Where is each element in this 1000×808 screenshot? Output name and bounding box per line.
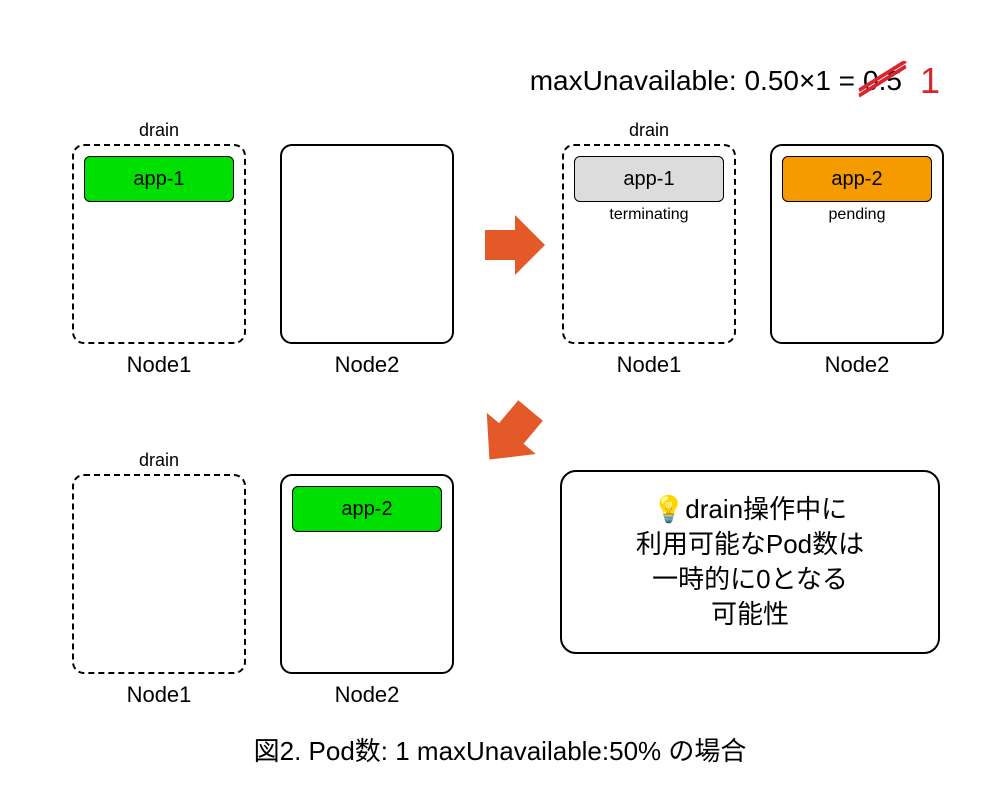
node-box-solid: [280, 144, 454, 344]
arrow-right-icon: [480, 210, 550, 280]
lightbulb-icon: 💡: [653, 494, 685, 524]
formula-struck: 0.5: [863, 65, 902, 96]
pod-app2-orange: app-2: [782, 156, 932, 202]
pod-app2-green: app-2: [292, 486, 442, 532]
node-box-dashed: app-1 terminating: [562, 144, 736, 344]
pod-app1-green: app-1: [84, 156, 234, 202]
r1b-node2-col: . app-2 pending Node2: [770, 120, 944, 378]
node-box-solid: app-2 pending: [770, 144, 944, 344]
formula-struck-wrap: 0.5: [861, 65, 904, 97]
node-label: Node1: [617, 352, 682, 378]
node-label: Node2: [335, 682, 400, 708]
r2-node1-col: drain Node1: [72, 450, 246, 708]
node-label: Node1: [127, 682, 192, 708]
row-2: drain Node1 . app-2 Node2: [72, 450, 454, 708]
note-line4: 可能性: [711, 599, 789, 629]
node-box-dashed: app-1: [72, 144, 246, 344]
note-line2: 利用可能なPod数は: [636, 529, 864, 559]
pod-app1-grey: app-1: [574, 156, 724, 202]
r2-node2-col: . app-2 Node2: [280, 450, 454, 708]
formula-corrected: 1: [920, 60, 940, 102]
arrow-down-left-icon: [470, 395, 550, 475]
note-line1: drain操作中に: [685, 494, 847, 524]
node-box-solid: app-2: [280, 474, 454, 674]
drain-label: drain: [629, 120, 669, 142]
drain-label: drain: [139, 450, 179, 472]
node-label: Node1: [127, 352, 192, 378]
drain-label: drain: [139, 120, 179, 142]
arrow-down-left: [470, 395, 550, 475]
r1-node2-col: . Node2: [280, 120, 454, 378]
r1-node1-col: drain app-1 Node1: [72, 120, 246, 378]
formula-prefix: maxUnavailable: 0.50×1 =: [530, 65, 855, 97]
node-label: Node2: [335, 352, 400, 378]
note-box: 💡drain操作中に 利用可能なPod数は 一時的に0となる 可能性: [560, 470, 940, 654]
node-box-dashed: [72, 474, 246, 674]
node-label: Node2: [825, 352, 890, 378]
pod-status-terminating: terminating: [609, 206, 688, 224]
pod-status-pending: pending: [829, 206, 886, 224]
arrow-right: [480, 210, 550, 280]
formula: maxUnavailable: 0.50×1 = 0.5 1: [530, 60, 940, 102]
figure-caption: 図2. Pod数: 1 maxUnavailable:50% の場合: [0, 731, 1000, 768]
note-line3: 一時的に0となる: [652, 564, 848, 594]
r1b-node1-col: drain app-1 terminating Node1: [562, 120, 736, 378]
